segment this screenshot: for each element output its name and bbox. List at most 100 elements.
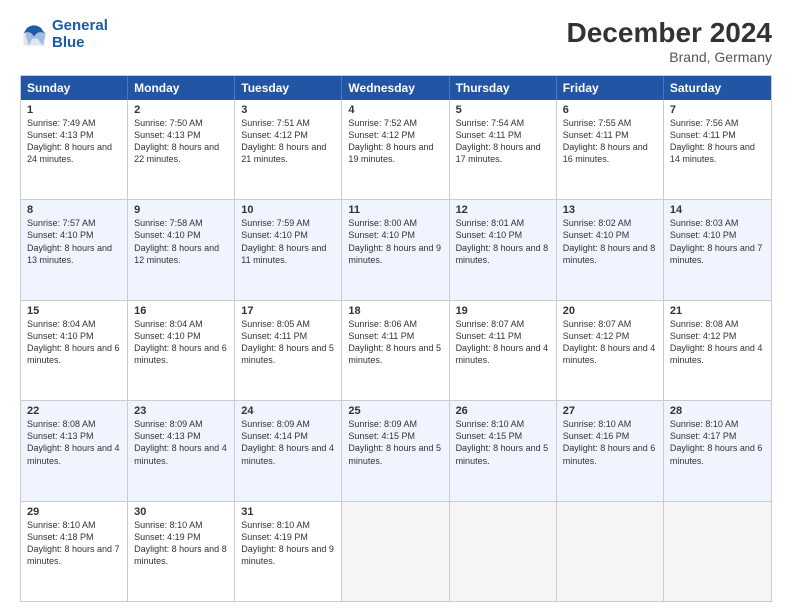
day-number: 14 [670, 204, 765, 216]
day-cell-21: 21Sunrise: 8:08 AMSunset: 4:12 PMDayligh… [664, 301, 771, 400]
day-cell-19: 19Sunrise: 8:07 AMSunset: 4:11 PMDayligh… [450, 301, 557, 400]
day-cell-24: 24Sunrise: 8:09 AMSunset: 4:14 PMDayligh… [235, 401, 342, 500]
subtitle: Brand, Germany [567, 49, 772, 65]
day-number: 30 [134, 506, 228, 518]
day-cell-22: 22Sunrise: 8:08 AMSunset: 4:13 PMDayligh… [21, 401, 128, 500]
day-info: Sunrise: 8:09 AMSunset: 4:15 PMDaylight:… [348, 418, 442, 467]
day-cell-16: 16Sunrise: 8:04 AMSunset: 4:10 PMDayligh… [128, 301, 235, 400]
day-number: 22 [27, 405, 121, 417]
day-info: Sunrise: 7:50 AMSunset: 4:13 PMDaylight:… [134, 117, 228, 166]
day-cell-7: 7Sunrise: 7:56 AMSunset: 4:11 PMDaylight… [664, 100, 771, 199]
day-number: 13 [563, 204, 657, 216]
day-number: 16 [134, 305, 228, 317]
day-number: 5 [456, 104, 550, 116]
calendar-body: 1Sunrise: 7:49 AMSunset: 4:13 PMDaylight… [21, 100, 771, 601]
day-info: Sunrise: 8:01 AMSunset: 4:10 PMDaylight:… [456, 217, 550, 266]
day-cell-6: 6Sunrise: 7:55 AMSunset: 4:11 PMDaylight… [557, 100, 664, 199]
day-info: Sunrise: 8:06 AMSunset: 4:11 PMDaylight:… [348, 318, 442, 367]
day-cell-11: 11Sunrise: 8:00 AMSunset: 4:10 PMDayligh… [342, 200, 449, 299]
day-info: Sunrise: 7:59 AMSunset: 4:10 PMDaylight:… [241, 217, 335, 266]
week-row-3: 15 Sunrise: 8:04 AMSunset: 4:10 PMDayligh… [21, 300, 771, 400]
day-cell-29: 29Sunrise: 8:10 AMSunset: 4:18 PMDayligh… [21, 502, 128, 601]
day-cell-30: 30Sunrise: 8:10 AMSunset: 4:19 PMDayligh… [128, 502, 235, 601]
day-info: Sunrise: 8:10 AMSunset: 4:18 PMDaylight:… [27, 519, 121, 568]
day-info: Sunrise: 8:04 AMSunset: 4:10 PMDaylight:… [134, 318, 228, 367]
week-row-4: 22Sunrise: 8:08 AMSunset: 4:13 PMDayligh… [21, 400, 771, 500]
day-cell-9: 9Sunrise: 7:58 AMSunset: 4:10 PMDaylight… [128, 200, 235, 299]
day-cell-empty [342, 502, 449, 601]
day-info: Sunrise: 7:56 AMSunset: 4:11 PMDaylight:… [670, 117, 765, 166]
day-cell-25: 25Sunrise: 8:09 AMSunset: 4:15 PMDayligh… [342, 401, 449, 500]
day-info: Sunrise: 8:09 AMSunset: 4:14 PMDaylight:… [241, 418, 335, 467]
day-cell-27: 27Sunrise: 8:10 AMSunset: 4:16 PMDayligh… [557, 401, 664, 500]
day-header-thursday: Thursday [450, 76, 557, 100]
day-number: 2 [134, 104, 228, 116]
day-number: 24 [241, 405, 335, 417]
calendar: SundayMondayTuesdayWednesdayThursdayFrid… [20, 75, 772, 602]
day-info: Sunrise: 8:09 AMSunset: 4:13 PMDaylight:… [134, 418, 228, 467]
day-number: 7 [670, 104, 765, 116]
day-info: Sunrise: 8:10 AMSunset: 4:19 PMDaylight:… [241, 519, 335, 568]
day-cell-17: 17Sunrise: 8:05 AMSunset: 4:11 PMDayligh… [235, 301, 342, 400]
day-number: 8 [27, 204, 121, 216]
day-cell-28: 28Sunrise: 8:10 AMSunset: 4:17 PMDayligh… [664, 401, 771, 500]
day-info: Sunrise: 8:08 AMSunset: 4:13 PMDaylight:… [27, 418, 121, 467]
logo-text: General Blue [52, 18, 108, 51]
day-number: 23 [134, 405, 228, 417]
day-cell-15: 15Sunrise: 8:04 AMSunset: 4:10 PMDayligh… [21, 301, 128, 400]
logo-line1: General [52, 17, 108, 34]
day-cell-26: 26Sunrise: 8:10 AMSunset: 4:15 PMDayligh… [450, 401, 557, 500]
day-info: Sunrise: 8:10 AMSunset: 4:19 PMDaylight:… [134, 519, 228, 568]
day-number: 19 [456, 305, 550, 317]
day-info: Sunrise: 7:55 AMSunset: 4:11 PMDaylight:… [563, 117, 657, 166]
header: General Blue December 2024 Brand, German… [20, 18, 772, 65]
day-cell-13: 13Sunrise: 8:02 AMSunset: 4:10 PMDayligh… [557, 200, 664, 299]
day-cell-empty [557, 502, 664, 601]
day-number: 1 [27, 104, 121, 116]
week-row-1: 1Sunrise: 7:49 AMSunset: 4:13 PMDaylight… [21, 100, 771, 199]
day-number: 17 [241, 305, 335, 317]
day-header-saturday: Saturday [664, 76, 771, 100]
day-number: 4 [348, 104, 442, 116]
day-info: Sunrise: 8:10 AMSunset: 4:16 PMDaylight:… [563, 418, 657, 467]
day-number: 9 [134, 204, 228, 216]
day-info: Sunrise: 8:03 AMSunset: 4:10 PMDaylight:… [670, 217, 765, 266]
day-number: 6 [563, 104, 657, 116]
day-number: 11 [348, 204, 442, 216]
day-header-sunday: Sunday [21, 76, 128, 100]
day-cell-5: 5Sunrise: 7:54 AMSunset: 4:11 PMDaylight… [450, 100, 557, 199]
page: General Blue December 2024 Brand, German… [0, 0, 792, 612]
day-cell-31: 31Sunrise: 8:10 AMSunset: 4:19 PMDayligh… [235, 502, 342, 601]
day-info: Sunrise: 8:10 AMSunset: 4:15 PMDaylight:… [456, 418, 550, 467]
day-number: 25 [348, 405, 442, 417]
day-info: Sunrise: 7:54 AMSunset: 4:11 PMDaylight:… [456, 117, 550, 166]
logo: General Blue [20, 18, 108, 51]
day-header-monday: Monday [128, 76, 235, 100]
day-info: Sunrise: 7:58 AMSunset: 4:10 PMDaylight:… [134, 217, 228, 266]
day-cell-3: 3Sunrise: 7:51 AMSunset: 4:12 PMDaylight… [235, 100, 342, 199]
day-cell-12: 12Sunrise: 8:01 AMSunset: 4:10 PMDayligh… [450, 200, 557, 299]
day-number: 12 [456, 204, 550, 216]
day-number: 31 [241, 506, 335, 518]
day-info: Sunrise: 8:08 AMSunset: 4:12 PMDaylight:… [670, 318, 765, 367]
week-row-2: 8Sunrise: 7:57 AMSunset: 4:10 PMDaylight… [21, 199, 771, 299]
day-number: 28 [670, 405, 765, 417]
day-number: 3 [241, 104, 335, 116]
day-number: 21 [670, 305, 765, 317]
day-info: Sunrise: 8:05 AMSunset: 4:11 PMDaylight:… [241, 318, 335, 367]
day-number: 10 [241, 204, 335, 216]
day-cell-4: 4Sunrise: 7:52 AMSunset: 4:12 PMDaylight… [342, 100, 449, 199]
day-info: Sunrise: 8:02 AMSunset: 4:10 PMDaylight:… [563, 217, 657, 266]
day-cell-20: 20Sunrise: 8:07 AMSunset: 4:12 PMDayligh… [557, 301, 664, 400]
main-title: December 2024 [567, 18, 772, 49]
calendar-header: SundayMondayTuesdayWednesdayThursdayFrid… [21, 76, 771, 100]
day-info: Sunrise: 7:51 AMSunset: 4:12 PMDaylight:… [241, 117, 335, 166]
day-header-tuesday: Tuesday [235, 76, 342, 100]
day-cell-18: 18Sunrise: 8:06 AMSunset: 4:11 PMDayligh… [342, 301, 449, 400]
day-number: 15 [27, 305, 121, 317]
day-header-wednesday: Wednesday [342, 76, 449, 100]
day-number: 27 [563, 405, 657, 417]
logo-line2: Blue [52, 34, 85, 51]
day-cell-empty [664, 502, 771, 601]
day-cell-14: 14Sunrise: 8:03 AMSunset: 4:10 PMDayligh… [664, 200, 771, 299]
